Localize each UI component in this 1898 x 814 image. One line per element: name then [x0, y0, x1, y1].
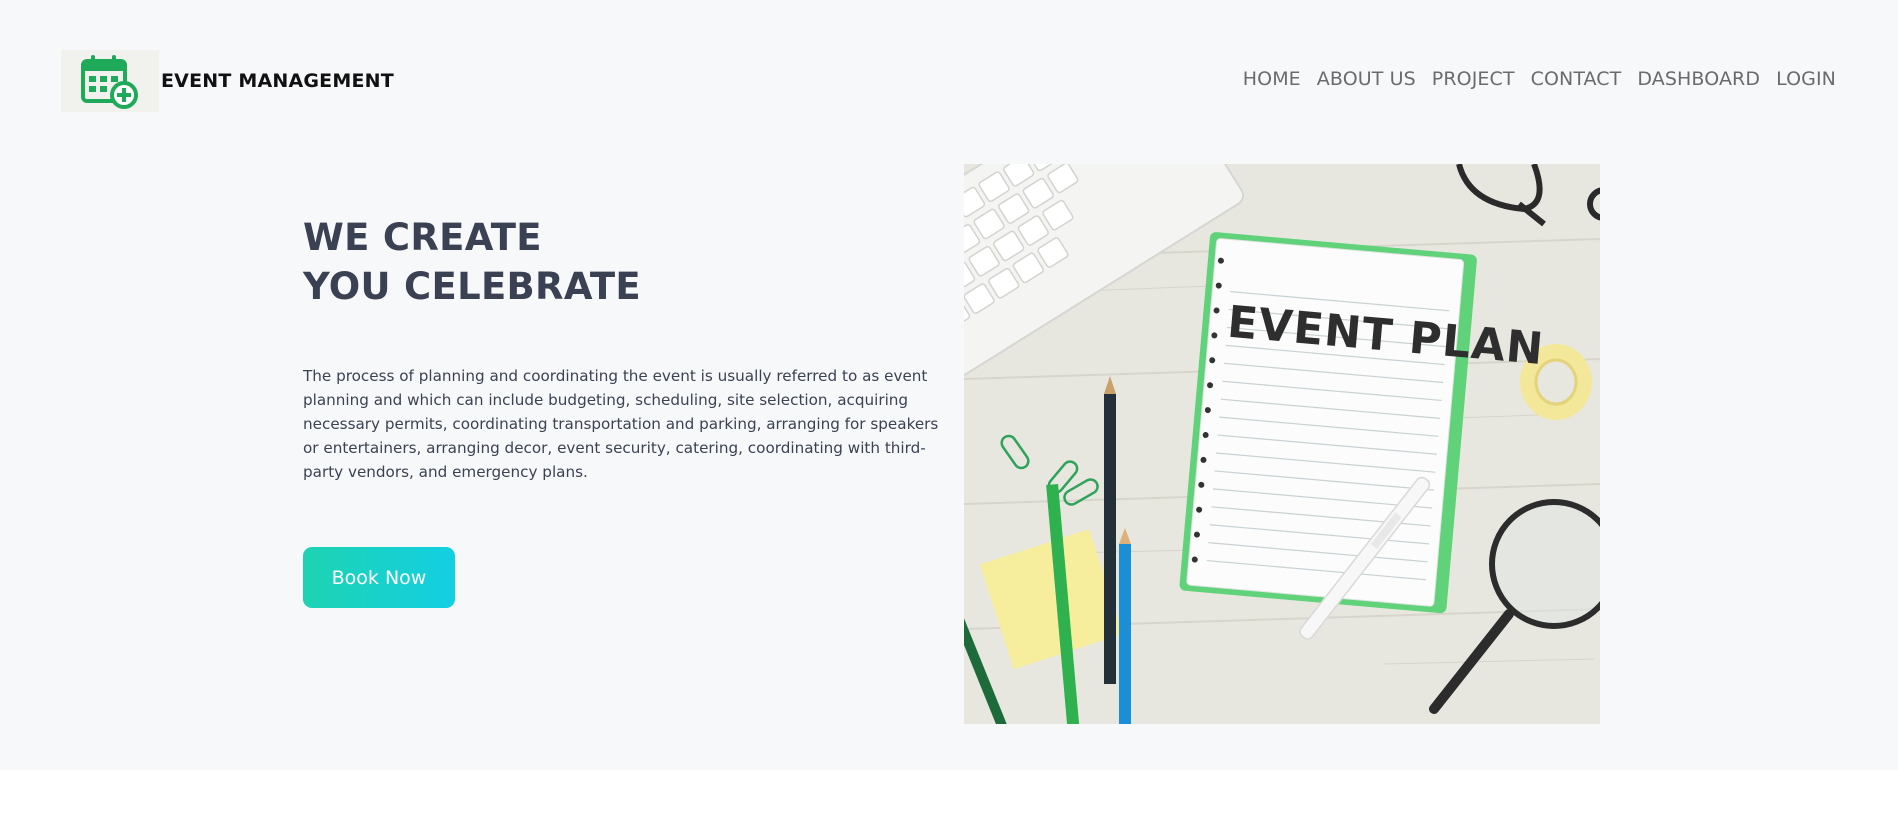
hero-description: The process of planning and coordinating…: [303, 367, 939, 481]
site-header: EVENT MANAGEMENT HOME ABOUT US PROJECT C…: [0, 0, 1898, 150]
hero-title-line2: YOU CELEBRATE: [303, 265, 642, 308]
hero-title-line1: WE CREATE: [303, 216, 542, 259]
event-plan-illustration: EVENT PLAN: [964, 164, 1600, 724]
logo: [61, 50, 159, 112]
brand-link[interactable]: EVENT MANAGEMENT: [61, 50, 394, 112]
page: EVENT MANAGEMENT HOME ABOUT US PROJECT C…: [0, 0, 1898, 770]
nav-contact[interactable]: CONTACT: [1531, 68, 1622, 90]
brand-name: EVENT MANAGEMENT: [161, 70, 394, 92]
calendar-plus-icon: [81, 55, 138, 109]
main-nav: HOME ABOUT US PROJECT CONTACT DASHBOARD …: [1243, 68, 1836, 90]
hero-image: EVENT PLAN: [964, 164, 1600, 724]
nav-dashboard[interactable]: DASHBOARD: [1637, 68, 1760, 90]
book-now-button[interactable]: Book Now: [303, 547, 455, 608]
nav-project[interactable]: PROJECT: [1432, 68, 1515, 90]
hero-title: WE CREATE YOU CELEBRATE: [303, 213, 641, 311]
nav-login[interactable]: LOGIN: [1776, 68, 1836, 90]
nav-about-us[interactable]: ABOUT US: [1317, 68, 1416, 90]
nav-home[interactable]: HOME: [1243, 68, 1301, 90]
